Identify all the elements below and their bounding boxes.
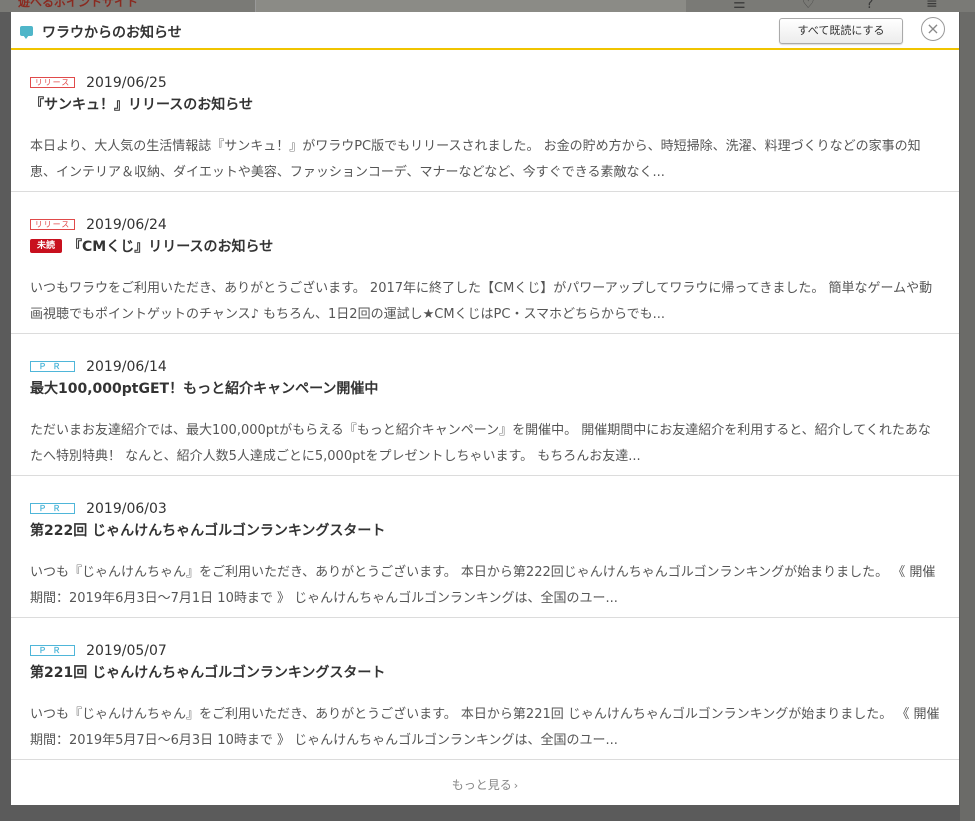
news-date: 2019/06/24 xyxy=(86,216,167,233)
news-title-text: 『サンキュ！』リリースのお知らせ xyxy=(30,97,254,113)
unread-badge: 未読 xyxy=(30,239,62,253)
news-title[interactable]: 未読 『CMくじ』リリースのお知らせ xyxy=(30,236,273,256)
speech-bubble-icon xyxy=(20,26,33,39)
news-title[interactable]: 第222回 じゃんけんちゃんゴルゴンランキングスタート xyxy=(30,520,385,540)
news-date: 2019/06/25 xyxy=(86,74,167,91)
news-excerpt: 本日より、大人気の生活情報誌『サンキュ！』がワラウPC版でもリリースされました。… xyxy=(30,139,921,180)
background-search-box xyxy=(255,0,686,12)
notice-modal: ワラウからのお知らせ すべて既読にする × リリース 2019/06/25 『サ… xyxy=(11,12,959,805)
close-icon[interactable]: × xyxy=(921,17,945,41)
more-link[interactable]: もっと見る › xyxy=(11,766,959,805)
news-excerpt: いつも『じゃんけんちゃん』をご利用いただき、ありがとうございます。 本日から第2… xyxy=(30,565,936,606)
menu-icon: ≡ xyxy=(926,0,938,12)
more-label: もっと見る xyxy=(451,778,512,792)
news-item[interactable]: リリース 2019/06/24 未読 『CMくじ』リリースのお知らせ いつもワラウ… xyxy=(11,192,959,334)
news-meta: リリース 2019/06/24 xyxy=(30,214,167,233)
news-excerpt: ただいまお友達紹介では、最大100,000ptがもらえる『もっと紹介キャンペーン… xyxy=(30,423,931,464)
news-excerpt: いつも『じゃんけんちゃん』をご利用いただき、ありがとうございます。 本日から第2… xyxy=(30,707,940,748)
category-tag: ＰＲ xyxy=(30,503,75,514)
news-list: リリース 2019/06/25 『サンキュ！』リリースのお知らせ 本日より、大人… xyxy=(11,50,959,760)
modal-header: ワラウからのお知らせ すべて既読にする × xyxy=(11,12,959,50)
news-item[interactable]: ＰＲ 2019/06/14 最大100,000ptGET！もっと紹介キャンペーン… xyxy=(11,334,959,476)
background-page-edge xyxy=(960,12,975,821)
chevron-right-icon: › xyxy=(513,779,519,792)
news-item[interactable]: リリース 2019/06/25 『サンキュ！』リリースのお知らせ 本日より、大人… xyxy=(11,50,959,192)
heart-icon: ♡ xyxy=(802,0,815,12)
news-meta: ＰＲ 2019/05/07 xyxy=(30,640,167,659)
modal-title: ワラウからのお知らせ xyxy=(42,25,182,41)
news-title[interactable]: 『サンキュ！』リリースのお知らせ xyxy=(30,94,253,114)
news-item[interactable]: ＰＲ 2019/05/07 第221回 じゃんけんちゃんゴルゴンランキングスター… xyxy=(11,618,959,760)
news-meta: ＰＲ 2019/06/14 xyxy=(30,356,167,375)
news-date: 2019/06/03 xyxy=(86,500,167,517)
news-title-text: 最大100,000ptGET！もっと紹介キャンペーン開催中 xyxy=(30,381,379,397)
news-meta: リリース 2019/06/25 xyxy=(30,72,167,91)
news-title-text: 第221回 じゃんけんちゃんゴルゴンランキングスタート xyxy=(30,665,386,681)
news-title-text: 第222回 じゃんけんちゃんゴルゴンランキングスタート xyxy=(30,523,386,539)
news-item[interactable]: ＰＲ 2019/06/03 第222回 じゃんけんちゃんゴルゴンランキングスター… xyxy=(11,476,959,618)
category-tag: ＰＲ xyxy=(30,645,75,656)
mark-all-read-button[interactable]: すべて既読にする xyxy=(779,18,903,44)
news-date: 2019/05/07 xyxy=(86,642,167,659)
news-title[interactable]: 最大100,000ptGET！もっと紹介キャンペーン開催中 xyxy=(30,378,378,398)
help-icon: ? xyxy=(866,0,874,12)
category-tag: リリース xyxy=(30,219,75,230)
news-title[interactable]: 第221回 じゃんけんちゃんゴルゴンランキングスタート xyxy=(30,662,385,682)
news-date: 2019/06/14 xyxy=(86,358,167,375)
list-icon: ☰ xyxy=(733,0,746,12)
news-excerpt: いつもワラウをご利用いただき、ありがとうございます。 2017年に終了した【CM… xyxy=(30,281,933,322)
news-title-text: 『CMくじ』リリースのお知らせ xyxy=(68,239,274,255)
news-meta: ＰＲ 2019/06/03 xyxy=(30,498,167,517)
category-tag: ＰＲ xyxy=(30,361,75,372)
background-header: 遊べるポイントサイト ☰ ♡ ? ≡ xyxy=(0,0,975,12)
site-logo: 遊べるポイントサイト xyxy=(18,0,139,9)
category-tag: リリース xyxy=(30,77,75,88)
